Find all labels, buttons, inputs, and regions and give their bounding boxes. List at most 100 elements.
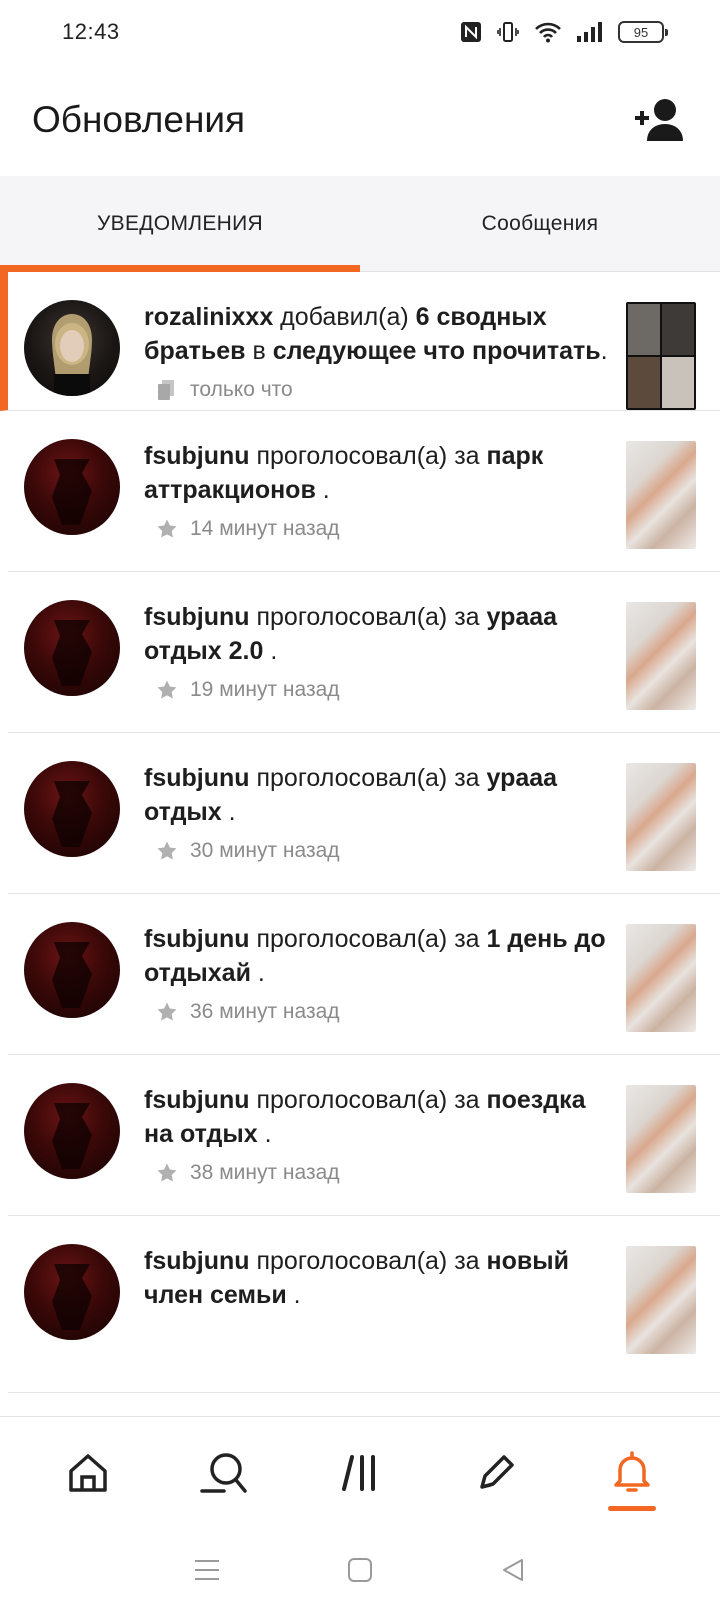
nav-home[interactable] xyxy=(48,1433,128,1513)
notification-body: fsubjunu проголосовал(а) за парк аттракц… xyxy=(120,439,626,571)
signal-icon xyxy=(576,21,604,43)
notification-item[interactable]: fsubjunu проголосовал(а) за парк аттракц… xyxy=(8,411,720,572)
notification-action: проголосовал(а) за xyxy=(249,603,487,631)
notification-user[interactable]: fsubjunu xyxy=(144,1086,250,1114)
notification-suffix: . xyxy=(221,798,236,826)
notification-text: fsubjunu проголосовал(а) за поездка на о… xyxy=(144,1083,610,1151)
notification-meta: только что xyxy=(144,378,610,402)
notification-meta: 19 минут назад xyxy=(144,678,610,702)
notification-text: fsubjunu проголосовал(а) за урааа отдых … xyxy=(144,761,610,829)
notification-suffix: . xyxy=(257,1120,272,1148)
nav-search[interactable] xyxy=(184,1433,264,1513)
notification-text: fsubjunu проголосовал(а) за 1 день до от… xyxy=(144,922,610,990)
notification-user[interactable]: fsubjunu xyxy=(144,925,250,953)
notification-meta: 38 минут назад xyxy=(144,1161,610,1185)
notification-suffix: . xyxy=(315,476,330,504)
notification-target[interactable]: следующее что прочитать xyxy=(273,337,601,365)
story-cover-thumbnail[interactable] xyxy=(626,924,696,1032)
notification-time: 19 минут назад xyxy=(190,678,340,701)
notification-suffix: . xyxy=(600,337,608,365)
notification-feed[interactable]: rozalinixxx добавил(а) 6 сводных братьев… xyxy=(0,272,720,1416)
notification-body: fsubjunu проголосовал(а) за урааа отдых … xyxy=(120,600,626,732)
notification-user[interactable]: fsubjunu xyxy=(144,442,250,470)
avatar[interactable] xyxy=(24,761,120,857)
star-icon xyxy=(156,1001,178,1023)
star-icon xyxy=(156,679,178,701)
story-cover-thumbnail[interactable] xyxy=(626,1246,696,1354)
nfc-icon xyxy=(460,21,482,43)
avatar[interactable] xyxy=(24,300,120,396)
story-cover-thumbnail[interactable] xyxy=(626,602,696,710)
notification-text: fsubjunu проголосовал(а) за парк аттракц… xyxy=(144,439,610,507)
avatar[interactable] xyxy=(24,600,120,696)
story-cover-thumbnail[interactable] xyxy=(626,302,696,410)
tab-notifications[interactable]: УВЕДОМЛЕНИЯ xyxy=(0,176,360,272)
tab-messages[interactable]: Сообщения xyxy=(360,176,720,271)
notification-user[interactable]: fsubjunu xyxy=(144,764,250,792)
avatar[interactable] xyxy=(24,1244,120,1340)
nav-library[interactable] xyxy=(320,1433,400,1513)
notification-suffix: . xyxy=(250,959,265,987)
notification-user[interactable]: fsubjunu xyxy=(144,1247,250,1275)
notification-text: fsubjunu проголосовал(а) за урааа отдых … xyxy=(144,600,610,668)
notification-item[interactable]: fsubjunu проголосовал(а) за поездка на о… xyxy=(8,1055,720,1216)
library-icon xyxy=(342,1454,375,1491)
search-icon xyxy=(200,1452,247,1493)
add-friend-button[interactable] xyxy=(630,89,692,151)
add-person-icon xyxy=(635,99,683,141)
star-icon xyxy=(156,1162,178,1184)
reading-list-icon xyxy=(156,379,178,401)
story-cover-thumbnail[interactable] xyxy=(626,441,696,549)
notification-item[interactable]: fsubjunu проголосовал(а) за новый член с… xyxy=(8,1216,720,1393)
story-cover-thumbnail[interactable] xyxy=(626,763,696,871)
menu-icon xyxy=(194,1560,219,1580)
notification-user[interactable]: fsubjunu xyxy=(144,603,250,631)
notification-user[interactable]: rozalinixxx xyxy=(144,303,273,331)
system-menu-button[interactable] xyxy=(183,1546,231,1594)
notification-body: fsubjunu проголосовал(а) за 1 день до от… xyxy=(120,922,626,1054)
bell-icon xyxy=(614,1450,650,1492)
notification-body: rozalinixxx добавил(а) 6 сводных братьев… xyxy=(120,300,626,410)
notification-meta: 14 минут назад xyxy=(144,517,610,541)
notification-item[interactable]: rozalinixxx добавил(а) 6 сводных братьев… xyxy=(0,272,720,411)
tab-messages-label: Сообщения xyxy=(481,211,599,235)
notification-action: проголосовал(а) за xyxy=(249,925,487,953)
notification-time: 38 минут назад xyxy=(190,1161,340,1184)
status-bar: 12:43 95 xyxy=(0,0,720,64)
back-icon xyxy=(503,1559,524,1581)
notification-meta: 36 минут назад xyxy=(144,1000,610,1024)
page-title: Обновления xyxy=(32,99,246,140)
system-back-button[interactable] xyxy=(489,1546,537,1594)
notification-time: 30 минут назад xyxy=(190,839,340,862)
notification-item[interactable]: fsubjunu проголосовал(а) за 1 день до от… xyxy=(8,894,720,1055)
notification-text: rozalinixxx добавил(а) 6 сводных братьев… xyxy=(144,300,610,368)
notification-body: fsubjunu проголосовал(а) за новый член с… xyxy=(120,1244,626,1392)
star-icon xyxy=(156,518,178,540)
notification-item[interactable]: fsubjunu проголосовал(а) за урааа отдых … xyxy=(8,733,720,894)
notification-time: 14 минут назад xyxy=(190,517,340,540)
notification-action: проголосовал(а) за xyxy=(249,1086,487,1114)
notification-action: проголосовал(а) за xyxy=(249,442,487,470)
notification-item[interactable]: fsubjunu проголосовал(а) за урааа отдых … xyxy=(8,572,720,733)
avatar[interactable] xyxy=(24,439,120,535)
notification-connector: в xyxy=(245,337,273,365)
story-cover-thumbnail[interactable] xyxy=(626,1085,696,1193)
tab-notifications-label: УВЕДОМЛЕНИЯ xyxy=(97,211,263,235)
avatar[interactable] xyxy=(24,922,120,1018)
wifi-icon xyxy=(534,21,562,43)
bottom-navigation xyxy=(0,1416,720,1528)
star-icon xyxy=(156,840,178,862)
home-square-icon xyxy=(347,1558,372,1582)
notification-time: только что xyxy=(190,378,293,401)
notification-time: 36 минут назад xyxy=(190,1000,340,1023)
status-icons: 95 xyxy=(460,20,668,44)
system-home-button[interactable] xyxy=(336,1546,384,1594)
home-icon xyxy=(69,1453,107,1492)
avatar[interactable] xyxy=(24,1083,120,1179)
notification-meta: 30 минут назад xyxy=(144,839,610,863)
notification-suffix: . xyxy=(263,637,278,665)
notification-action: проголосовал(а) за xyxy=(249,1247,487,1275)
nav-notifications[interactable] xyxy=(592,1433,672,1513)
nav-write[interactable] xyxy=(456,1433,536,1513)
battery-level: 95 xyxy=(633,24,649,40)
